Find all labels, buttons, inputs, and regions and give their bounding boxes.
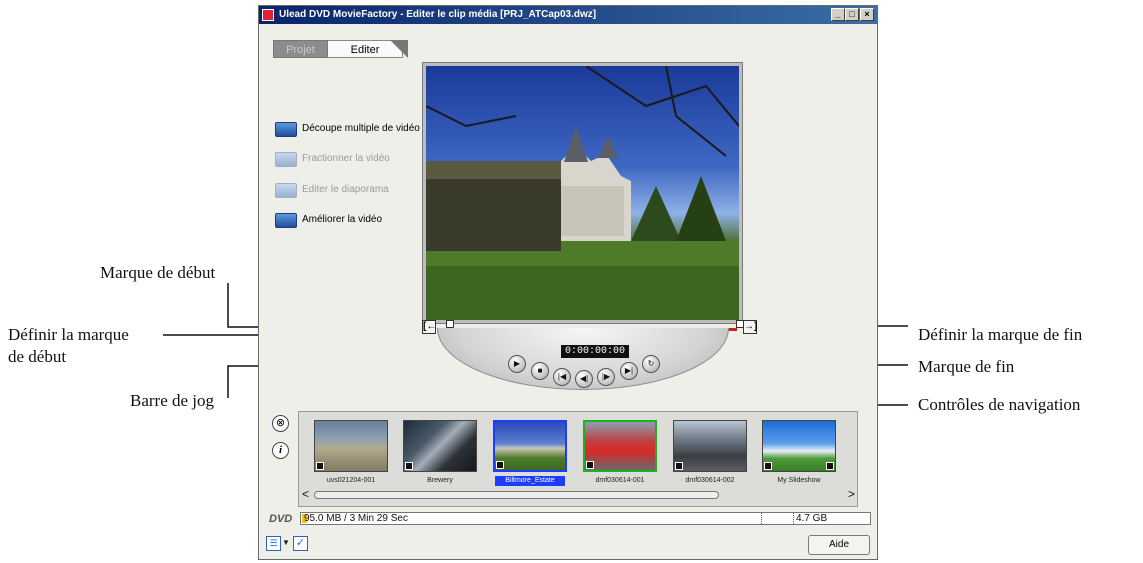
- clip-thumbnail: [314, 420, 388, 472]
- scroll-left-arrow[interactable]: <: [302, 487, 309, 501]
- mark-in-marker[interactable]: [446, 320, 454, 328]
- callout-definir-debut-line1: Définir la marque: [8, 325, 129, 344]
- preview-window: [422, 62, 743, 324]
- music-note-icon: [826, 462, 834, 470]
- clip-type-icon: [764, 462, 772, 470]
- enhance-icon: [275, 213, 297, 228]
- task-label: Fractionner la vidéo: [302, 153, 390, 164]
- clip-item[interactable]: Brewery: [397, 418, 483, 490]
- clip-caption: Biltmore_Estate: [495, 476, 565, 486]
- clip-type-icon: [316, 462, 324, 470]
- go-to-end-icon[interactable]: ▶|: [620, 362, 638, 380]
- next-frame-icon[interactable]: |▶: [597, 368, 615, 386]
- capacity-meter: 95.0 MB / 3 Min 29 Sec 4.7 GB: [300, 512, 871, 525]
- task-label: Améliorer la vidéo: [302, 214, 383, 225]
- set-mark-out-button[interactable]: →]: [743, 320, 757, 334]
- list-view-icon[interactable]: ☰: [266, 536, 281, 551]
- film-icon: [275, 122, 297, 137]
- info-icon[interactable]: i: [272, 442, 289, 459]
- clip-thumbnail: [403, 420, 477, 472]
- clip-thumbnail: [583, 420, 657, 472]
- clip-item[interactable]: My Slideshow: [756, 418, 842, 490]
- clip-caption: uvs021204-001: [326, 477, 376, 484]
- app-window: Ulead DVD MovieFactory - Editer le clip …: [258, 5, 878, 560]
- play-icon[interactable]: ▶: [508, 355, 526, 373]
- set-mark-in-button[interactable]: [←: [422, 320, 436, 334]
- maximize-button[interactable]: □: [845, 8, 859, 21]
- dvd-label: DVD: [269, 513, 293, 525]
- capacity-used-text: 95.0 MB / 3 Min 29 Sec: [304, 513, 408, 524]
- scroll-right-arrow[interactable]: >: [848, 487, 855, 501]
- clip-item[interactable]: dmf030614-002: [667, 418, 753, 490]
- clip-type-icon: [586, 461, 594, 469]
- callout-controles: Contrôles de navigation: [918, 395, 1081, 414]
- capacity-total-text: 4.7 GB: [796, 513, 828, 524]
- slideshow-icon: [275, 183, 297, 198]
- repeat-icon[interactable]: ↻: [642, 355, 660, 373]
- app-icon: [262, 9, 274, 21]
- clip-caption: My Slideshow: [777, 477, 821, 484]
- previous-frame-icon[interactable]: ◀|: [575, 370, 593, 388]
- clip-item-selected[interactable]: Biltmore_Estate: [487, 418, 573, 490]
- scroll-thumb[interactable]: [314, 491, 719, 499]
- task-label: Editer le diaporama: [302, 184, 389, 195]
- capacity-limit-marker: [793, 513, 794, 524]
- clip-type-icon: [675, 462, 683, 470]
- callout-marque-debut: Marque de début: [100, 263, 216, 282]
- delete-clip-icon[interactable]: ⊗: [272, 415, 289, 432]
- stop-icon[interactable]: ■: [531, 362, 549, 380]
- disc-capacity-bar: DVD 95.0 MB / 3 Min 29 Sec 4.7 GB: [267, 511, 871, 527]
- clip-caption: dmf030614-001: [595, 477, 645, 484]
- timecode-display[interactable]: 0:00:00:00: [561, 345, 629, 358]
- callout-definir-debut-line2: de début: [8, 347, 67, 366]
- minimize-button[interactable]: _: [831, 8, 845, 21]
- preview-scene: [426, 66, 739, 320]
- clip-thumbnail: [493, 420, 567, 472]
- clip-type-icon: [496, 461, 504, 469]
- tab-decoration: [390, 40, 408, 58]
- clip-thumbnail: [673, 420, 747, 472]
- video-preview: [426, 66, 739, 320]
- split-icon: [275, 152, 297, 167]
- window-title: Ulead DVD MovieFactory - Editer le clip …: [279, 9, 597, 20]
- help-button[interactable]: Aide: [808, 535, 870, 555]
- clip-thumbnail: [762, 420, 836, 472]
- capacity-marker: [761, 513, 762, 524]
- clip-strip-scrollbar[interactable]: < >: [300, 487, 855, 501]
- task-label: Découpe multiple de vidéo: [302, 123, 420, 134]
- chevron-down-icon[interactable]: ▼: [282, 538, 290, 547]
- clip-item[interactable]: uvs021204-001: [308, 418, 394, 490]
- clip-type-icon: [405, 462, 413, 470]
- checkmark-icon[interactable]: ✓: [293, 536, 308, 551]
- clip-caption: Brewery: [427, 477, 453, 484]
- title-bar[interactable]: Ulead DVD MovieFactory - Editer le clip …: [259, 6, 877, 24]
- close-button[interactable]: ×: [860, 8, 874, 21]
- callout-marque-fin: Marque de fin: [918, 357, 1015, 376]
- go-to-start-icon[interactable]: |◀: [553, 368, 571, 386]
- bottom-toolbar: ☰ ▼ ✓ Aide: [259, 533, 877, 559]
- callout-definir-fin: Définir la marque de fin: [918, 325, 1083, 344]
- tab-projet[interactable]: Projet: [273, 40, 328, 58]
- callout-barre-jog: Barre de jog: [130, 391, 215, 410]
- clip-caption: dmf030614-002: [685, 477, 735, 484]
- clip-item-active[interactable]: dmf030614-001: [577, 418, 663, 490]
